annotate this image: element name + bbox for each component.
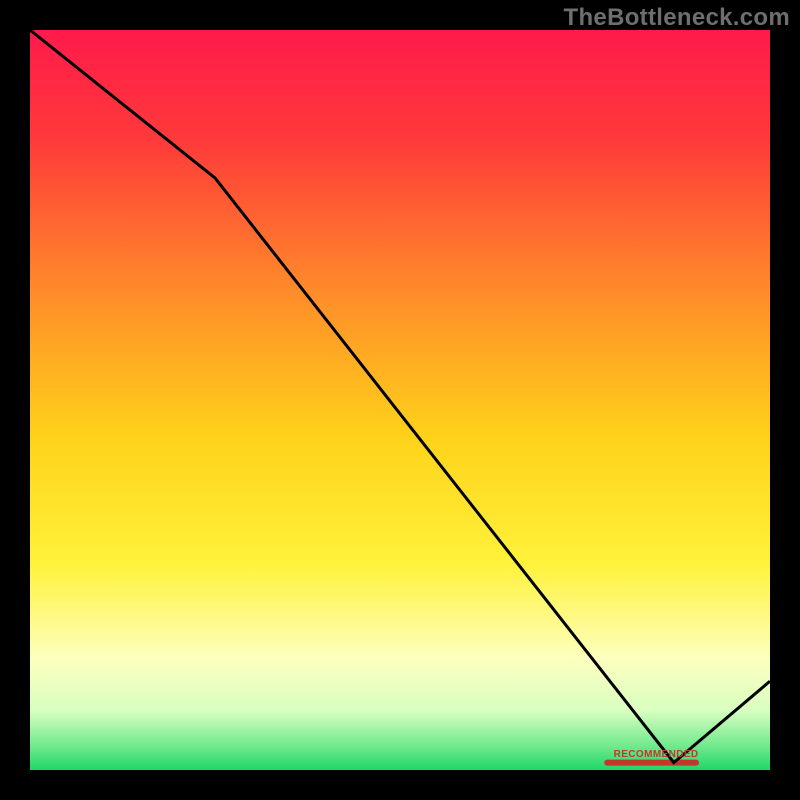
gradient-background xyxy=(30,30,770,770)
recommended-label: RECOMMENDED xyxy=(614,749,699,760)
plot-area: RECOMMENDED xyxy=(30,30,770,770)
attribution-label: TheBottleneck.com xyxy=(564,4,790,32)
chart-canvas xyxy=(30,30,770,770)
chart-frame: TheBottleneck.com RECOMMENDED xyxy=(0,0,800,800)
